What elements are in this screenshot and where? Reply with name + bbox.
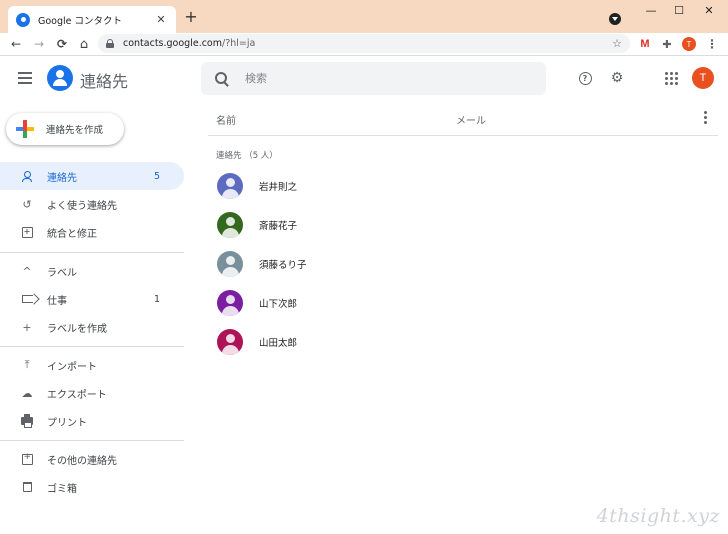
create-contact-label: 連絡先を作成	[46, 125, 104, 136]
minimize-button[interactable]: —	[636, 0, 666, 20]
plus-icon: +	[22, 320, 32, 334]
forward-arrow-icon[interactable]: →	[29, 34, 49, 54]
extensions-puzzle-icon[interactable]: ✚	[658, 35, 676, 53]
close-window-button[interactable]: ✕	[694, 0, 724, 20]
contacts-count: 5	[154, 170, 161, 182]
more-vert-icon[interactable]	[704, 111, 708, 124]
person-icon	[20, 169, 34, 183]
apps-grid-icon[interactable]	[663, 70, 679, 86]
label-icon	[20, 292, 34, 306]
sidebar-item-label-work[interactable]: 仕事 1	[0, 285, 184, 313]
contact-row[interactable]: 須藤るり子	[210, 246, 710, 282]
create-contact-button[interactable]: 連絡先を作成	[6, 113, 124, 145]
list-column-header: 名前 メール	[208, 100, 718, 136]
help-icon[interactable]: ?	[577, 70, 593, 86]
address-bar[interactable]: contacts.google.com/?hl=ja ☆	[98, 34, 630, 53]
contact-avatar	[217, 173, 243, 199]
contact-list-panel: 名前 メール 連絡先 （5 人） 岩井則之 斎藤花子 須藤るり子 山下次郎 山田…	[190, 100, 728, 534]
maximize-button[interactable]: ☐	[664, 0, 694, 20]
contact-row[interactable]: 山田太郎	[210, 324, 710, 360]
back-arrow-icon[interactable]: ←	[6, 34, 26, 54]
sidebar-item-print[interactable]: プリント	[0, 407, 184, 435]
sidebar: 連絡先を作成 連絡先 5 ↺ よく使う連絡先 + 統合と修正 ^ ラベル 仕事 …	[0, 100, 190, 534]
lock-icon	[106, 39, 114, 48]
sidebar-item-export[interactable]: ☁ エクスポート	[0, 379, 184, 407]
tab-search-icon[interactable]	[605, 9, 625, 29]
gmail-extension-icon[interactable]: M	[636, 35, 654, 53]
sidebar-item-merge[interactable]: + 統合と修正	[0, 218, 184, 246]
contact-avatar	[217, 212, 243, 238]
contact-row[interactable]: 斎藤花子	[210, 207, 710, 243]
search-bar[interactable]	[201, 62, 546, 95]
sidebar-item-contacts[interactable]: 連絡先 5	[0, 162, 184, 190]
archive-icon	[20, 452, 34, 466]
sidebar-labels-header[interactable]: ^ ラベル	[0, 257, 184, 285]
app-title: 連絡先	[80, 72, 129, 91]
chevron-up-icon: ^	[22, 264, 32, 278]
sidebar-divider	[0, 252, 184, 253]
bookmark-star-icon[interactable]: ☆	[612, 37, 622, 50]
account-avatar[interactable]: T	[692, 67, 714, 89]
contacts-section-title: 連絡先 （5 人）	[216, 151, 278, 161]
upload-icon: ⤒	[24, 358, 30, 371]
contact-name: 山下次郎	[259, 299, 298, 310]
contact-name: 斎藤花子	[259, 221, 298, 232]
contact-name: 岩井則之	[259, 182, 298, 193]
contact-row[interactable]: 山下次郎	[210, 285, 710, 321]
history-icon: ↺	[22, 197, 32, 211]
browser-tab[interactable]: Google コンタクト ✕	[8, 6, 176, 33]
label-count: 1	[154, 293, 161, 305]
contact-name: 山田太郎	[259, 338, 298, 349]
browser-menu-icon[interactable]: ⋮	[703, 35, 721, 53]
site-watermark: 4thsight.xyz	[596, 505, 720, 527]
sidebar-item-other-contacts[interactable]: その他の連絡先	[0, 445, 184, 473]
tab-title: Google コンタクト	[38, 15, 123, 27]
reload-icon[interactable]: ⟳	[52, 34, 72, 54]
contact-avatar	[217, 329, 243, 355]
app-header: 連絡先 ? ⚙ T	[0, 56, 728, 100]
browser-toolbar: ← → ⟳ ⌂ contacts.google.com/?hl=ja ☆ M ✚…	[0, 33, 728, 55]
contacts-logo-icon	[47, 65, 73, 91]
contact-avatar	[217, 251, 243, 277]
gear-icon[interactable]: ⚙	[609, 70, 625, 86]
trash-icon	[20, 480, 34, 494]
browser-profile-avatar[interactable]: T	[680, 35, 698, 53]
sidebar-divider	[0, 440, 184, 441]
sidebar-item-import[interactable]: ⤒ インポート	[0, 351, 184, 379]
print-icon	[20, 414, 34, 428]
new-tab-button[interactable]: +	[183, 9, 199, 25]
cloud-download-icon: ☁	[21, 386, 33, 400]
tab-close-icon[interactable]: ✕	[154, 13, 168, 26]
hamburger-menu-icon[interactable]	[18, 72, 32, 84]
browser-titlebar: Google コンタクト ✕ + — ☐ ✕	[0, 0, 728, 33]
column-email-header: メール	[456, 116, 486, 127]
contacts-favicon-icon	[16, 12, 30, 27]
search-icon[interactable]	[215, 71, 229, 86]
column-name-header: 名前	[216, 116, 236, 127]
merge-icon: +	[20, 225, 34, 239]
colorful-plus-icon	[16, 120, 34, 138]
home-icon[interactable]: ⌂	[74, 34, 94, 54]
contact-avatar	[217, 290, 243, 316]
sidebar-divider	[0, 346, 184, 347]
search-input[interactable]	[245, 72, 525, 85]
sidebar-item-create-label[interactable]: + ラベルを作成	[0, 313, 184, 341]
sidebar-item-trash[interactable]: ゴミ箱	[0, 473, 184, 501]
contact-name: 須藤るり子	[259, 260, 307, 271]
url-text: contacts.google.com/?hl=ja	[123, 38, 256, 49]
sidebar-item-frequent[interactable]: ↺ よく使う連絡先	[0, 190, 184, 218]
contact-row[interactable]: 岩井則之	[210, 168, 710, 204]
